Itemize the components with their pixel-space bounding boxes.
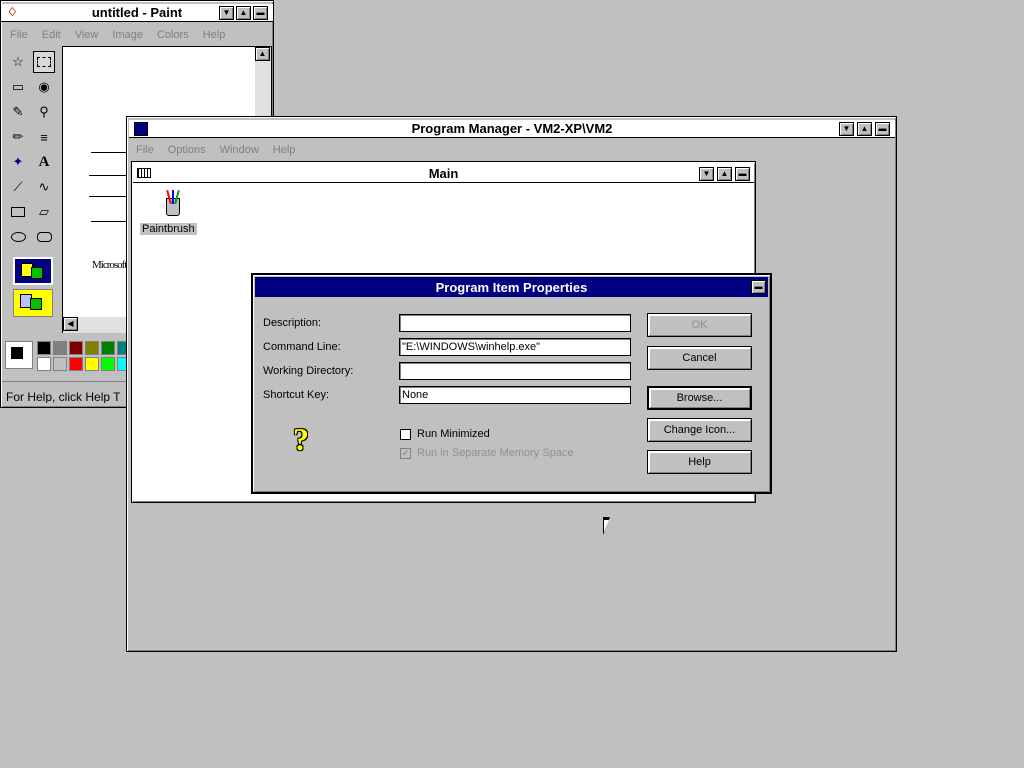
paintbrush-icon (162, 189, 184, 218)
mouse-cursor-fill (604, 520, 609, 532)
palette-swatch[interactable] (85, 341, 99, 355)
paint-menubar: File Edit View Image Colors Help (10, 26, 239, 44)
progman-app-icon[interactable] (134, 122, 148, 136)
shortcut-key-label: Shortcut Key: (263, 389, 330, 401)
help-button[interactable]: Help (647, 450, 752, 474)
working-directory-field[interactable] (399, 362, 631, 380)
color-picker-icon[interactable]: ✎ (7, 101, 29, 123)
palette-swatch[interactable] (69, 341, 83, 355)
rounded-rect-icon[interactable] (33, 226, 55, 248)
paintbrush-program-item[interactable]: Paintbrush (140, 188, 206, 238)
palette-swatch[interactable] (37, 341, 51, 355)
description-label: Description: (263, 317, 322, 329)
fill-icon[interactable]: ◉ (33, 76, 55, 98)
dialog-titlebar[interactable]: Program Item Properties ▬ (255, 277, 768, 297)
progman-titlebar[interactable]: Program Manager - VM2-XP\VM2 ▼ ▲ ▬ (129, 120, 895, 138)
scroll-up-button[interactable]: ▲ (255, 47, 270, 61)
command-line-label: Command Line: (263, 341, 341, 353)
palette-swatch[interactable] (37, 357, 51, 371)
curve-icon[interactable]: ∿ (33, 176, 55, 198)
main-group-titlebar[interactable]: Main ▼ ▲ ▬ (133, 165, 754, 183)
palette-swatch[interactable] (101, 357, 115, 371)
progman-menubar: File Options Window Help (136, 141, 309, 159)
dialog-control-menu-button[interactable]: ▬ (751, 280, 766, 294)
minimize-button[interactable]: ▼ (219, 6, 234, 20)
menu-image[interactable]: Image (112, 29, 143, 41)
restore-button[interactable]: ▬ (875, 122, 890, 136)
run-separate-memory-checkbox: ✓ (400, 448, 411, 459)
maximize-button[interactable]: ▲ (717, 167, 732, 181)
main-group-title: Main (428, 166, 459, 181)
command-line-field[interactable]: "E:\WINDOWS\winhelp.exe" (399, 338, 631, 356)
menu-colors[interactable]: Colors (157, 29, 189, 41)
maximize-button[interactable]: ▲ (236, 6, 251, 20)
run-minimized-label[interactable]: Run Minimized (417, 428, 490, 440)
minimize-button[interactable]: ▼ (699, 167, 714, 181)
paint-titlebar[interactable]: ♢ untitled - Paint ▼ ▲ ▬ (1, 4, 273, 22)
change-icon-button[interactable]: Change Icon... (647, 418, 752, 442)
minimize-button[interactable]: ▼ (839, 122, 854, 136)
working-directory-label: Working Directory: (263, 365, 354, 377)
line-icon[interactable]: ⟋ (7, 176, 29, 198)
group-control-icon[interactable] (137, 168, 151, 178)
menu-window[interactable]: Window (220, 144, 259, 156)
palette-swatch[interactable] (85, 357, 99, 371)
rect-select-icon[interactable] (33, 51, 55, 73)
shortcut-key-field[interactable]: None (399, 386, 631, 404)
brush-icon[interactable]: ≡ (33, 126, 55, 148)
paint-title: untitled - Paint (91, 5, 183, 20)
pencil-icon[interactable]: ✏ (7, 126, 29, 148)
run-minimized-checkbox[interactable] (400, 429, 411, 440)
maximize-button[interactable]: ▲ (857, 122, 872, 136)
menu-file[interactable]: File (136, 144, 154, 156)
current-colors-icon[interactable] (5, 341, 33, 369)
polygon-icon[interactable]: ▱ (33, 201, 55, 223)
text-icon[interactable]: A (33, 151, 55, 173)
paintbrush-label: Paintbrush (140, 223, 197, 235)
menu-help[interactable]: Help (273, 144, 296, 156)
opaque-option-icon[interactable] (13, 257, 53, 285)
eraser-icon[interactable]: ▭ (7, 76, 29, 98)
program-icon[interactable]: ? (293, 423, 327, 457)
scroll-left-button[interactable]: ◀ (63, 317, 78, 331)
description-field[interactable] (399, 314, 631, 332)
ellipse-icon[interactable] (7, 226, 29, 248)
browse-button[interactable]: Browse... (647, 386, 752, 410)
palette-swatch[interactable] (53, 341, 67, 355)
transparent-option-icon[interactable] (13, 289, 53, 317)
menu-help[interactable]: Help (203, 29, 226, 41)
palette-swatch[interactable] (69, 357, 83, 371)
restore-button[interactable]: ▬ (253, 6, 268, 20)
canvas-text: Microsoft (92, 259, 127, 271)
rectangle-icon[interactable] (7, 201, 29, 223)
menu-view[interactable]: View (75, 29, 99, 41)
ok-button[interactable]: OK (647, 313, 752, 337)
progman-title: Program Manager - VM2-XP\VM2 (411, 121, 613, 136)
program-item-properties-dialog: Program Item Properties ▬ Description: C… (251, 273, 772, 494)
restore-button[interactable]: ▬ (735, 167, 750, 181)
paint-app-icon[interactable]: ♢ (7, 5, 18, 19)
magnifier-icon[interactable]: ⚲ (33, 101, 55, 123)
dialog-title: Program Item Properties (435, 279, 588, 295)
menu-file[interactable]: File (10, 29, 28, 41)
menu-edit[interactable]: Edit (42, 29, 61, 41)
menu-options[interactable]: Options (168, 144, 206, 156)
toolbox: ☆ ▭ ◉ ✎ ⚲ ✏ ≡ ✦ A ⟋ ∿ ▱ (5, 49, 61, 321)
palette-swatch[interactable] (101, 341, 115, 355)
run-separate-memory-label: Run in Separate Memory Space (417, 447, 574, 459)
airbrush-icon[interactable]: ✦ (7, 151, 29, 173)
palette-swatch[interactable] (53, 357, 67, 371)
cancel-button[interactable]: Cancel (647, 346, 752, 370)
free-select-icon[interactable]: ☆ (7, 51, 29, 73)
canvas-scribble (89, 175, 131, 197)
